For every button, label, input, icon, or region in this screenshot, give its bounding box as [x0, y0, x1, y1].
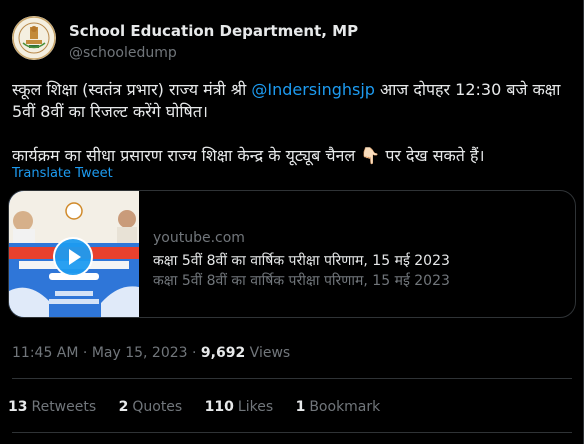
tweet-date[interactable]: May 15, 2023	[92, 345, 188, 361]
avatar-emblem-icon[interactable]	[12, 16, 56, 60]
pointing-down-emoji-icon: 👇🏻	[360, 146, 381, 165]
tweet-text-part: स्कूल शिक्षा (स्वतंत्र प्रभार) राज्य मंत…	[12, 80, 252, 99]
tweet: School Education Department, MP @schoole…	[0, 0, 584, 444]
stat-label: Bookmark	[309, 399, 381, 415]
tweet-timestamp-views: 11:45 AM · May 15, 2023 · 9,692 Views	[12, 344, 290, 362]
likes-stat[interactable]: 110 Likes	[205, 399, 273, 415]
tweet-line-1: स्कूल शिक्षा (स्वतंत्र प्रभार) राज्य मंत…	[12, 79, 572, 101]
bookmarks-stat[interactable]: 1 Bookmark	[296, 399, 381, 415]
stat-label: Likes	[237, 399, 274, 415]
card-domain: youtube.com	[153, 230, 245, 246]
card-meta: youtube.com कक्षा 5वीं 8वीं का वार्षिक प…	[153, 229, 563, 291]
meta-separator: ·	[78, 345, 92, 361]
stat-count: 1	[295, 399, 306, 415]
mention-link[interactable]: @Indersinghsjp	[251, 80, 375, 99]
stat-count: 110	[204, 399, 234, 415]
tweet-line-2: 5वीं 8वीं का रिजल्ट करेंगे घोषित।	[12, 102, 208, 121]
quotes-stat[interactable]: 2 Quotes	[119, 399, 183, 415]
translate-tweet-link[interactable]: Translate Tweet	[12, 166, 113, 182]
video-thumbnail[interactable]	[9, 191, 139, 317]
stat-count: 2	[118, 399, 129, 415]
divider	[12, 432, 572, 433]
tweet-paragraph-2: कार्यक्रम का सीधा प्रसारण राज्य शिक्षा क…	[12, 145, 485, 167]
card-title[interactable]: कक्षा 5वीं 8वीं का वार्षिक परीक्षा परिणा…	[153, 251, 563, 271]
engagement-stats: 13 Retweets 2 Quotes 110 Likes 1 Bookmark	[8, 398, 398, 416]
author-block: School Education Department, MP @schoole…	[69, 22, 358, 62]
views-label: Views	[249, 345, 291, 361]
stat-label: Retweets	[31, 399, 97, 415]
divider	[12, 378, 572, 379]
author-handle[interactable]: @schooledump	[69, 44, 358, 62]
tweet-time[interactable]: 11:45 AM	[12, 345, 78, 361]
link-card[interactable]: youtube.com कक्षा 5वीं 8वीं का वार्षिक प…	[8, 190, 576, 318]
stat-count: 13	[8, 399, 28, 415]
play-icon[interactable]	[53, 237, 93, 277]
author-name[interactable]: School Education Department, MP	[69, 22, 358, 40]
tweet-text-part: पर देख सकते हैं।	[380, 146, 485, 165]
stat-label: Quotes	[132, 399, 183, 415]
tweet-text-part: आज दोपहर 12:30 बजे कक्षा	[374, 80, 561, 99]
card-description: कक्षा 5वीं 8वीं का वार्षिक परीक्षा परिणा…	[153, 273, 450, 289]
meta-separator: ·	[187, 345, 201, 361]
tweet-text-part: कार्यक्रम का सीधा प्रसारण राज्य शिक्षा क…	[12, 146, 361, 165]
retweets-stat[interactable]: 13 Retweets	[8, 399, 96, 415]
views-count: 9,692	[200, 345, 246, 361]
tweet-text: स्कूल शिक्षा (स्वतंत्र प्रभार) राज्य मंत…	[12, 79, 572, 123]
